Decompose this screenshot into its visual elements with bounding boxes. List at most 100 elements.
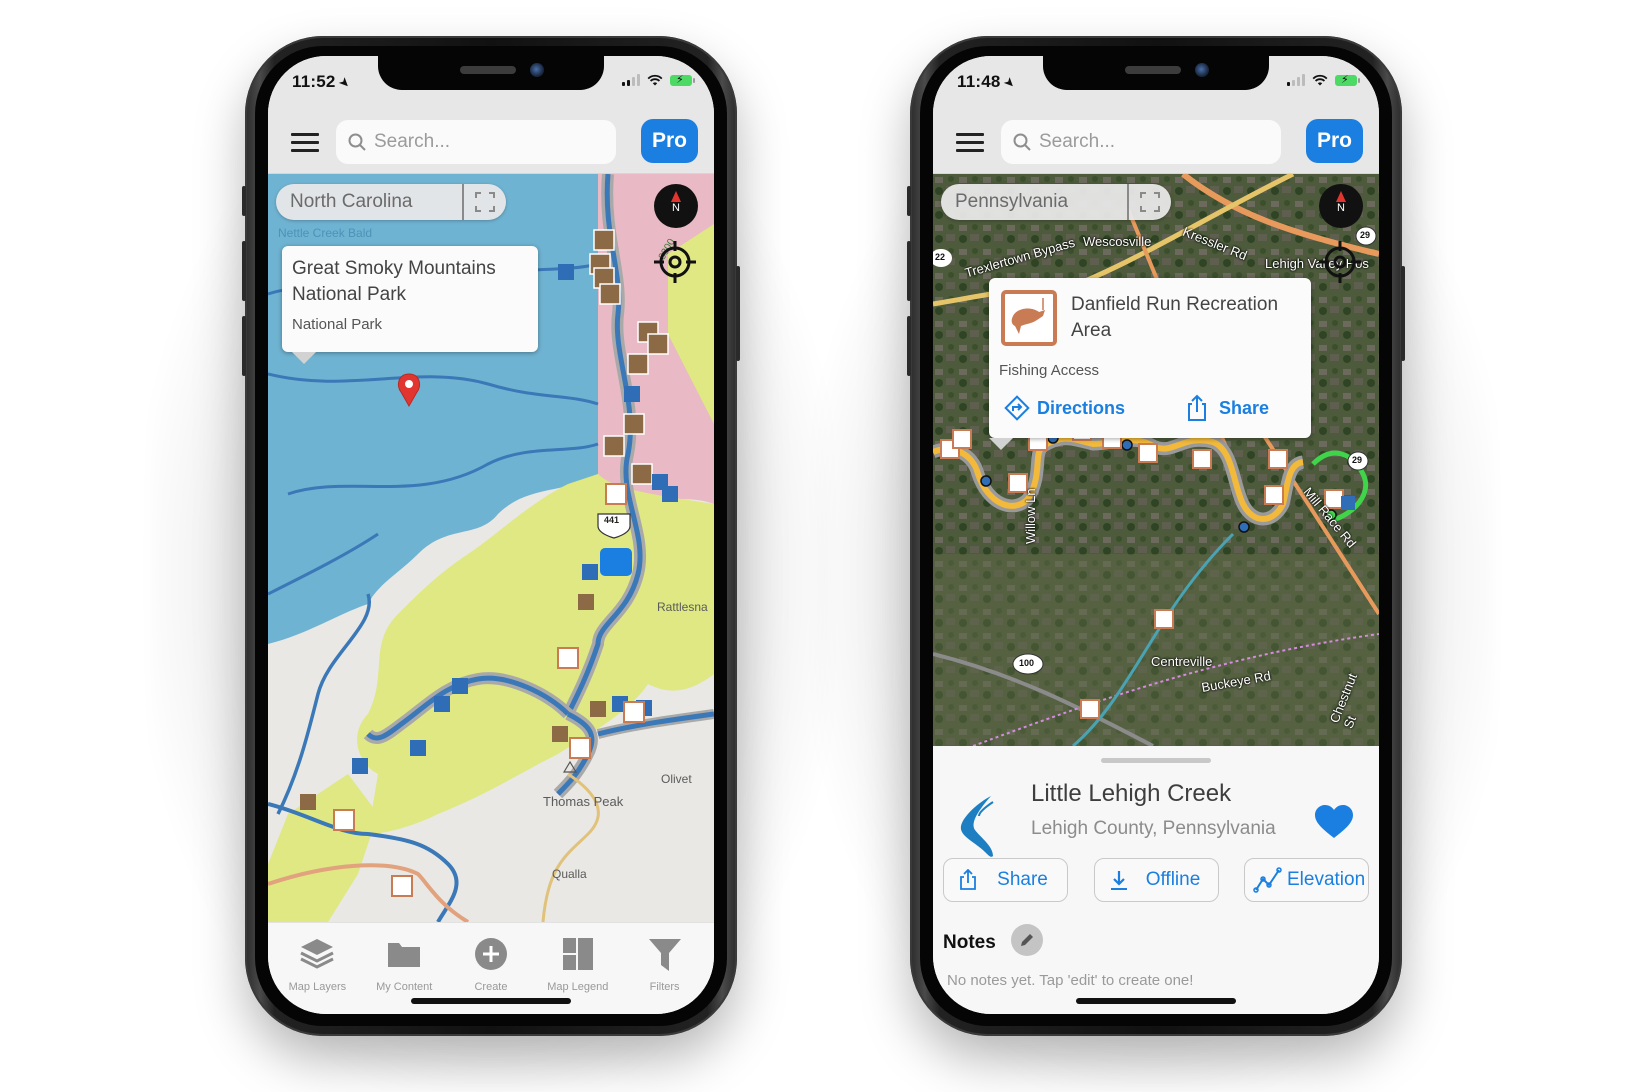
directions-button[interactable]: Directions: [1003, 394, 1125, 422]
share-icon: [960, 869, 976, 890]
cellular-signal-icon: [622, 74, 640, 86]
map-view[interactable]: Wescosville Trexlertown Bypass Kressler …: [933, 174, 1379, 746]
tab-label: Map Legend: [547, 981, 609, 993]
battery-charging-icon: ⚡: [1335, 74, 1360, 86]
search-input[interactable]: [1039, 131, 1269, 153]
park-callout[interactable]: Great Smoky Mountains National Park Nati…: [282, 246, 538, 364]
tab-filters[interactable]: Filters: [622, 935, 708, 1014]
tab-map-layers[interactable]: Map Layers: [274, 935, 360, 1014]
app-header: Pro: [268, 112, 714, 174]
speaker: [460, 66, 516, 74]
search-field[interactable]: [336, 120, 616, 164]
legend-icon: [562, 938, 593, 970]
map-label-qualla: Qualla: [552, 867, 587, 881]
wifi-icon: [1312, 74, 1328, 86]
status-icons: ⚡: [1287, 74, 1360, 86]
power-button: [736, 266, 740, 361]
share-button[interactable]: Share: [943, 858, 1068, 902]
search-input[interactable]: [374, 131, 604, 153]
compass-n: N: [1337, 202, 1345, 214]
parking-marker: [1341, 496, 1355, 510]
speaker: [1125, 66, 1181, 74]
mute-switch: [907, 186, 911, 216]
callout-subtitle: National Park: [292, 316, 383, 333]
callout-title: Danfield Run Recreation Area: [1071, 294, 1279, 341]
map-label-wescosville: Wescosville: [1083, 234, 1152, 249]
folder-icon: [388, 943, 421, 967]
detail-sheet: Little Lehigh Creek Lehigh County, Penns…: [933, 746, 1379, 1014]
store-marker: [600, 548, 632, 576]
tab-label: Create: [474, 981, 508, 993]
pencil-icon: [1021, 934, 1033, 946]
fishing-access-callout[interactable]: Danfield Run Recreation Area Fishing Acc…: [989, 278, 1311, 450]
battery-charging-icon: ⚡: [670, 74, 695, 86]
mute-switch: [242, 186, 246, 216]
tab-label: Filters: [649, 981, 680, 993]
route-22-label: 22: [935, 252, 946, 262]
cellular-signal-icon: [1287, 74, 1305, 86]
map-label-rattlesnake: Rattlesna: [657, 600, 708, 614]
action-row: Share Offline Elevation: [943, 858, 1369, 902]
screen-left: 11:52➤ ⚡ Pro: [268, 56, 714, 1014]
map-label-centreville: Centreville: [1151, 654, 1213, 669]
tab-label: My Content: [376, 981, 433, 993]
pro-button[interactable]: Pro: [641, 119, 698, 163]
compass-button[interactable]: N: [654, 184, 698, 228]
wifi-icon: [647, 74, 663, 86]
region-selector[interactable]: North Carolina: [276, 184, 506, 220]
fishing-access-icon: [1001, 290, 1057, 346]
home-indicator[interactable]: [411, 998, 571, 1004]
volume-down-button: [907, 316, 911, 376]
fullscreen-button[interactable]: [1127, 184, 1171, 220]
expand-icon: [1140, 192, 1160, 212]
creek-logo-icon: [960, 796, 994, 857]
callout-subtitle: Fishing Access: [999, 362, 1100, 379]
home-indicator[interactable]: [1076, 998, 1236, 1004]
map-label-olivet: Olivet: [661, 772, 692, 786]
region-label: Pennsylvania: [955, 191, 1069, 212]
sheet-grabber[interactable]: [1101, 758, 1211, 763]
share-icon: [1188, 394, 1206, 421]
locate-me-button[interactable]: [1317, 239, 1363, 285]
elevation-icon: [1253, 867, 1282, 893]
notch: [378, 56, 604, 90]
tab-label: Map Layers: [288, 981, 347, 993]
pro-button[interactable]: Pro: [1306, 119, 1363, 163]
locate-me-button[interactable]: [652, 239, 698, 285]
share-callout-button[interactable]: Share: [1185, 394, 1269, 422]
route-100-label: 100: [1019, 658, 1035, 668]
map-label-nettle-creek-bald: Nettle Creek Bald: [278, 226, 373, 240]
share-button-label: Share: [997, 869, 1048, 890]
favorite-heart-icon[interactable]: [1313, 804, 1355, 840]
region-selector[interactable]: Pennsylvania: [941, 184, 1171, 220]
volume-up-button: [242, 241, 246, 301]
share-label: Share: [1219, 397, 1270, 418]
elevation-button[interactable]: Elevation: [1244, 858, 1369, 902]
menu-button[interactable]: [956, 133, 984, 153]
layers-icon: [300, 939, 335, 969]
search-field[interactable]: [1001, 120, 1281, 164]
time-text: 11:52: [292, 72, 336, 91]
map-label-willow-ln: Willow Ln: [1023, 488, 1038, 544]
compass-button[interactable]: N: [1319, 184, 1363, 228]
location-arrow-icon: ➤: [1000, 73, 1019, 92]
screen-right: 11:48➤ ⚡ Pro: [933, 56, 1379, 1014]
volume-down-button: [242, 316, 246, 376]
download-icon: [1110, 871, 1127, 890]
map-view[interactable]: Nettle Creek Bald 3300 Rattlesna Olivet …: [268, 174, 714, 922]
phone-right: 11:48➤ ⚡ Pro: [907, 36, 1405, 1036]
detail-subtitle: Lehigh County, Pennsylvania: [1031, 818, 1276, 839]
elevation-button-label: Elevation: [1287, 869, 1366, 890]
status-icons: ⚡: [622, 74, 695, 86]
front-camera: [530, 63, 544, 77]
offline-button[interactable]: Offline: [1093, 858, 1219, 902]
directions-icon: [1004, 395, 1030, 421]
menu-button[interactable]: [291, 133, 319, 153]
route-29-label: 29: [1352, 455, 1363, 465]
urban-area: [933, 554, 1379, 746]
fullscreen-button[interactable]: [462, 184, 506, 220]
edit-notes-button[interactable]: [1011, 924, 1043, 956]
route-441-label: 441: [604, 515, 620, 525]
notes-heading: Notes: [943, 932, 996, 953]
status-time: 11:52➤: [292, 72, 354, 92]
